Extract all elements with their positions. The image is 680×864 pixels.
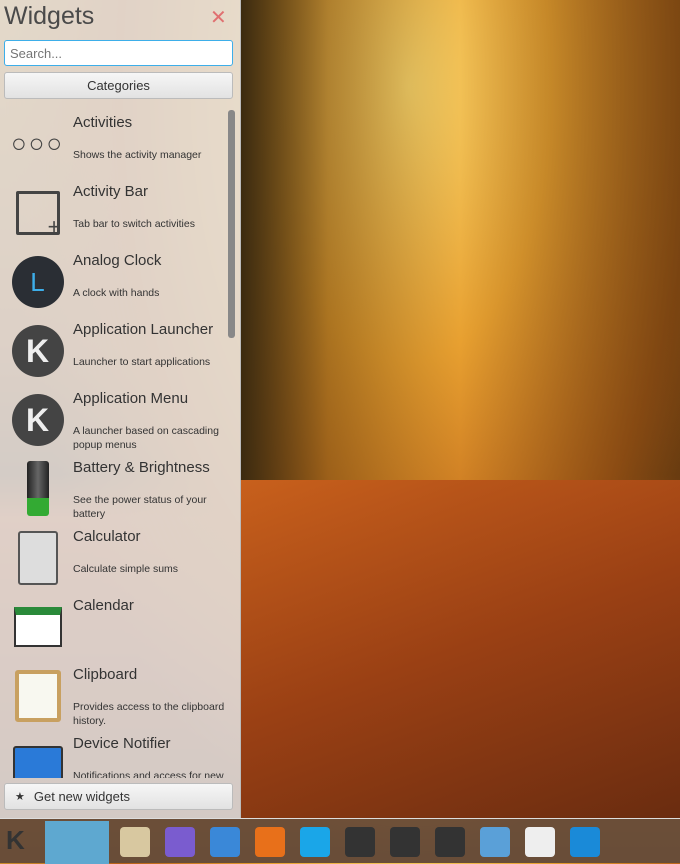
taskbar-app-icon[interactable] [300,827,330,857]
widget-item[interactable]: L Analog Clock A clock with hands [0,246,228,315]
widget-list: ○○○ Activities Shows the activity manage… [0,106,228,778]
wallpaper-trees [240,0,680,480]
widgets-panel: Widgets ✕ Categories ○○○ Activities Show… [0,0,241,818]
widget-item[interactable]: + Activity Bar Tab bar to switch activit… [0,177,228,246]
widget-desc: Shows the activity manager [73,149,202,161]
clock-icon: L [10,254,65,309]
widget-item[interactable]: Calculator Calculate simple sums [0,522,228,591]
categories-label: Categories [87,78,150,93]
taskbar-app-icon[interactable] [255,827,285,857]
taskbar-app-icon[interactable] [525,827,555,857]
widget-desc: Tab bar to switch activities [73,218,195,230]
get-new-widgets-button[interactable]: ★ Get new widgets [4,783,233,810]
taskbar-app-icon[interactable] [480,827,510,857]
get-new-widgets-label: Get new widgets [33,789,130,804]
widget-name: Battery & Brightness [73,459,210,476]
widget-item[interactable]: Clipboard Provides access to the clipboa… [0,660,228,729]
widget-name: Application Menu [73,390,189,407]
taskbar-app-icon[interactable] [570,827,600,857]
activities-icon: ○○○ [10,128,65,158]
close-icon[interactable]: ✕ [210,5,227,30]
device-notifier-icon [10,737,65,778]
kde-icon: K [10,392,65,447]
widget-desc: Launcher to start applications [73,356,211,368]
widget-desc: Provides access to the clipboard history… [73,701,225,727]
widget-name: Activity Bar [73,183,149,200]
search-input[interactable] [4,40,233,66]
clipboard-icon [10,668,65,723]
taskbar-app-icon[interactable] [210,827,240,857]
widget-name: Calendar [73,597,134,614]
widget-item[interactable]: ○○○ Activities Shows the activity manage… [0,108,228,177]
scrollbar-thumb[interactable] [228,110,235,338]
calendar-icon [10,599,65,654]
widget-desc: Calculate simple sums [73,563,179,575]
widget-name: Activities [73,114,133,131]
widget-item[interactable]: Device Notifier Notifications and access… [0,729,228,778]
widget-desc: A launcher based on cascading popup menu… [73,425,219,451]
widget-item[interactable]: Battery & Brightness See the power statu… [0,453,228,522]
widget-name: Application Launcher [73,321,214,338]
widget-desc: Notifications and access for new devices [73,770,224,778]
kde-launcher-icon[interactable]: K [6,825,25,856]
widget-name: Device Notifier [73,735,171,752]
taskbar-app-icon[interactable] [165,827,195,857]
calculator-icon [10,530,65,585]
kde-icon: K [10,323,65,378]
taskbar: K [0,818,680,864]
widget-desc: A clock with hands [73,287,160,299]
widget-desc: See the power status of your battery [73,494,207,520]
star-icon: ★ [15,791,25,803]
widget-name: Clipboard [73,666,138,683]
taskbar-app-icon[interactable] [435,827,465,857]
scrollbar[interactable] [228,110,235,775]
widget-item[interactable]: K Application Menu A launcher based on c… [0,384,228,453]
taskbar-app-icon[interactable] [120,827,150,857]
pager[interactable] [45,821,109,864]
widget-item[interactable]: K Application Launcher Launcher to start… [0,315,228,384]
taskbar-app-icon[interactable] [345,827,375,857]
widget-name: Calculator [73,528,141,545]
battery-icon [10,461,65,516]
widget-name: Analog Clock [73,252,162,269]
taskbar-app-icon[interactable] [390,827,420,857]
activity-bar-icon: + [10,185,65,240]
categories-button[interactable]: Categories [4,72,233,99]
wallpaper-road [240,480,680,818]
widget-item[interactable]: Calendar [0,591,228,660]
panel-title: Widgets [4,2,95,30]
